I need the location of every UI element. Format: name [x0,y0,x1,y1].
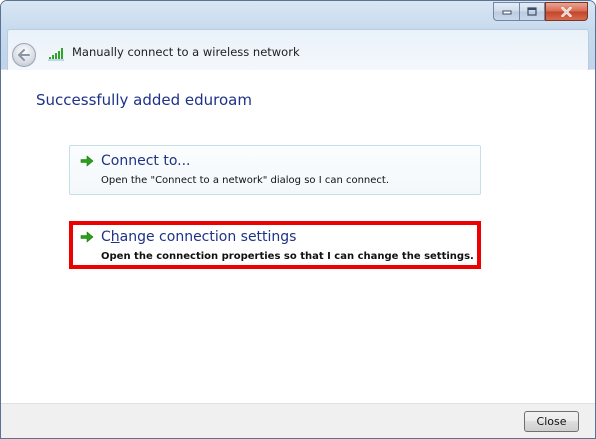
footer-bar: Close [1,403,595,438]
wireless-network-icon [48,48,64,61]
minimize-icon [502,10,511,14]
caption-buttons [493,2,588,21]
title-rest: ange connection settings [119,229,297,245]
close-window-button[interactable] [545,2,588,21]
wizard-window: Manually connect to a wireless network S… [0,0,596,439]
window-title: Manually connect to a wireless network [72,45,300,59]
back-button[interactable] [12,43,36,67]
green-arrow-icon [80,155,94,167]
title-bar: Manually connect to a wireless network [1,1,595,70]
connect-to-description: Open the "Connect to a network" dialog s… [101,175,390,186]
change-connection-settings-option[interactable]: Change connection settings Open the conn… [69,221,481,269]
green-arrow-icon [80,231,94,243]
change-connection-settings-description: Open the connection properties so that I… [101,251,474,262]
connect-to-title: Connect to... [101,153,191,169]
accelerator-key: h [110,229,120,245]
back-arrow-icon [18,49,30,61]
connect-to-option[interactable]: Connect to... Open the "Connect to a net… [69,145,481,195]
close-icon [561,6,572,17]
maximize-button[interactable] [519,2,545,21]
maximize-icon [527,7,537,16]
minimize-button[interactable] [493,2,519,21]
close-button[interactable]: Close [524,411,579,432]
page-heading: Successfully added eduroam [36,91,252,109]
title-prefix: C [101,229,111,245]
change-connection-settings-title: Change connection settings [101,229,296,245]
